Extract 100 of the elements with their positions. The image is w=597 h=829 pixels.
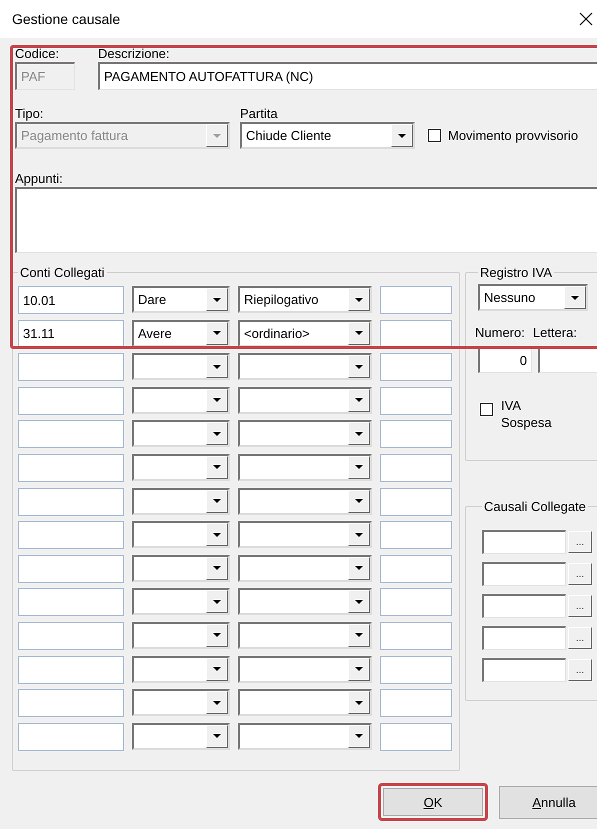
type-dropdown[interactable] bbox=[238, 689, 372, 716]
close-icon[interactable] bbox=[579, 12, 593, 26]
caret-icon bbox=[355, 364, 363, 369]
side-dropdown[interactable] bbox=[132, 488, 230, 515]
caret-icon bbox=[355, 331, 363, 336]
account-field[interactable]: 31.11 bbox=[18, 320, 124, 348]
input-field[interactable] bbox=[380, 320, 452, 348]
caret-icon bbox=[213, 566, 221, 570]
field-label: Appunti: bbox=[15, 170, 64, 187]
side-dropdown[interactable] bbox=[132, 689, 230, 716]
account-field[interactable] bbox=[18, 722, 124, 751]
side-dropdown[interactable] bbox=[132, 353, 230, 380]
caret-icon bbox=[213, 633, 221, 638]
side-dropdown[interactable]: Dare bbox=[132, 286, 230, 313]
input-field[interactable] bbox=[380, 622, 452, 650]
field-label: Partita bbox=[240, 105, 279, 122]
input-field[interactable] bbox=[380, 353, 452, 382]
dialog-button[interactable]: OK bbox=[378, 783, 488, 821]
browse-button[interactable]: ... bbox=[568, 659, 592, 681]
side-dropdown[interactable] bbox=[132, 656, 230, 683]
caret-icon bbox=[355, 432, 363, 436]
type-dropdown[interactable] bbox=[238, 622, 372, 649]
account-field[interactable]: 10.01 bbox=[18, 286, 124, 314]
browse-button[interactable]: ... bbox=[568, 595, 592, 617]
field-label: Descrizione: bbox=[98, 45, 171, 62]
side-dropdown[interactable] bbox=[132, 386, 230, 414]
account-field[interactable] bbox=[18, 588, 124, 616]
field-label: Numero: bbox=[475, 324, 525, 341]
input-field[interactable] bbox=[380, 521, 452, 550]
account-field[interactable] bbox=[18, 420, 124, 448]
type-dropdown[interactable] bbox=[238, 353, 372, 380]
account-field[interactable] bbox=[18, 689, 124, 718]
side-dropdown[interactable]: Avere bbox=[132, 320, 230, 347]
side-dropdown[interactable] bbox=[132, 554, 230, 582]
account-field[interactable] bbox=[18, 656, 124, 684]
input-field[interactable] bbox=[380, 656, 452, 684]
browse-button[interactable]: ... bbox=[568, 531, 592, 553]
input-field[interactable] bbox=[380, 286, 452, 314]
input-field[interactable] bbox=[482, 562, 566, 586]
input-field[interactable] bbox=[380, 722, 452, 751]
notes-area[interactable] bbox=[15, 187, 597, 253]
input-field[interactable] bbox=[380, 588, 452, 616]
type-dropdown[interactable] bbox=[238, 554, 372, 582]
side-dropdown[interactable] bbox=[132, 722, 230, 750]
input-field[interactable] bbox=[380, 689, 452, 718]
group-title: Conti Collegati bbox=[19, 265, 106, 280]
side-dropdown[interactable] bbox=[132, 454, 230, 481]
type-dropdown[interactable]: <ordinario> bbox=[238, 320, 372, 347]
caret-icon bbox=[213, 700, 221, 705]
field-label: Tipo: bbox=[15, 105, 44, 122]
caret-icon bbox=[355, 465, 363, 470]
input-field[interactable] bbox=[380, 488, 452, 516]
account-field[interactable] bbox=[18, 454, 124, 482]
group-title: Causali Collegate bbox=[483, 499, 587, 514]
side-dropdown[interactable] bbox=[132, 521, 230, 548]
caret-icon bbox=[213, 432, 221, 436]
type-dropdown[interactable] bbox=[238, 521, 372, 548]
type-dropdown[interactable] bbox=[238, 420, 372, 448]
input-field[interactable] bbox=[482, 658, 566, 682]
type-dropdown[interactable] bbox=[238, 722, 372, 750]
letter-field[interactable] bbox=[538, 347, 597, 373]
input-field[interactable] bbox=[380, 554, 452, 583]
partita-dropdown[interactable]: Chiude Cliente bbox=[240, 122, 415, 149]
checkbox[interactable] bbox=[480, 403, 493, 416]
caret-icon bbox=[398, 134, 406, 138]
account-field[interactable] bbox=[18, 488, 124, 516]
type-dropdown[interactable]: Riepilogativo bbox=[238, 286, 372, 313]
caret-icon bbox=[355, 499, 363, 504]
account-field[interactable] bbox=[18, 554, 124, 583]
caret-icon bbox=[355, 566, 363, 570]
number-field[interactable]: 0 bbox=[478, 347, 532, 373]
checkbox[interactable] bbox=[428, 129, 441, 142]
type-dropdown[interactable] bbox=[238, 656, 372, 683]
account-field[interactable] bbox=[18, 622, 124, 650]
type-dropdown[interactable] bbox=[238, 386, 372, 414]
side-dropdown[interactable] bbox=[132, 588, 230, 616]
account-field[interactable] bbox=[18, 521, 124, 550]
caret-icon bbox=[213, 465, 221, 470]
input-field[interactable] bbox=[482, 530, 566, 554]
caret-icon bbox=[213, 364, 221, 369]
type-dropdown[interactable] bbox=[238, 588, 372, 616]
browse-button[interactable]: ... bbox=[568, 627, 592, 649]
dialog-button[interactable]: Annulla bbox=[499, 786, 597, 818]
type-dropdown[interactable] bbox=[238, 454, 372, 481]
register-dropdown[interactable]: Nessuno bbox=[478, 284, 588, 311]
account-field[interactable] bbox=[18, 353, 124, 382]
input-field[interactable] bbox=[380, 386, 452, 415]
caret-icon bbox=[213, 331, 221, 336]
caret-icon bbox=[213, 734, 221, 738]
input-field[interactable] bbox=[482, 626, 566, 650]
browse-button[interactable]: ... bbox=[568, 563, 592, 585]
side-dropdown[interactable] bbox=[132, 622, 230, 649]
input-field[interactable] bbox=[380, 420, 452, 448]
description-field[interactable]: PAGAMENTO AUTOFATTURA (NC) bbox=[98, 62, 597, 90]
account-field[interactable] bbox=[18, 386, 124, 415]
input-field[interactable] bbox=[482, 594, 566, 618]
caret-icon bbox=[213, 398, 221, 402]
input-field[interactable] bbox=[380, 454, 452, 482]
side-dropdown[interactable] bbox=[132, 420, 230, 448]
type-dropdown[interactable] bbox=[238, 488, 372, 515]
